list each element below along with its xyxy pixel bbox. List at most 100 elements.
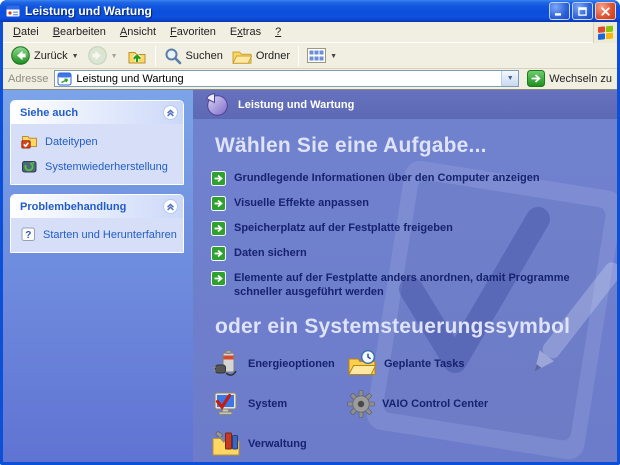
power-options-icon xyxy=(212,349,237,376)
menu-hilfe[interactable]: ? xyxy=(268,23,288,41)
sidebar-item-starten-und-herunterfahren[interactable]: ? Starten und Herunterfahren xyxy=(21,227,177,242)
address-input[interactable]: Leistung und Wartung xyxy=(76,73,497,85)
toolbar-separator xyxy=(298,45,300,66)
address-bar: Adresse Leistung und Wartung ▼ Wechseln … xyxy=(3,69,617,90)
views-icon xyxy=(307,48,327,63)
address-dropdown-button[interactable]: ▼ xyxy=(501,71,519,86)
task-arrow-icon xyxy=(211,271,226,286)
maximize-button[interactable] xyxy=(572,2,593,20)
control-panel-icon-grid: Energieoptionen Geplante Tasks System VA… xyxy=(211,349,617,459)
task-arrow-icon xyxy=(211,221,226,236)
troubleshooting-panel: Problembehandlung ? Starten und Herunter… xyxy=(10,194,184,253)
task-basic-info[interactable]: Grundlegende Informationen über den Comp… xyxy=(211,171,603,186)
task-arrow-icon xyxy=(211,246,226,261)
cp-item-label: VAIO Control Center xyxy=(382,397,489,410)
task-defragment[interactable]: Elemente auf der Festplatte anders anord… xyxy=(211,271,603,300)
menu-extras[interactable]: Extras xyxy=(223,23,268,41)
task-label: Visuelle Effekte anpassen xyxy=(234,197,369,209)
forward-button[interactable]: ▼ xyxy=(84,44,122,67)
address-label: Adresse xyxy=(8,72,49,85)
menu-datei[interactable]: Datei xyxy=(6,23,46,41)
cp-item-energieoptionen[interactable]: Energieoptionen xyxy=(211,349,339,379)
sidebar-item-label: Dateitypen xyxy=(45,135,98,148)
menu-bar: Datei Bearbeiten Ansicht Favoriten Extra… xyxy=(3,21,617,43)
windows-logo-icon xyxy=(593,21,617,43)
up-button[interactable] xyxy=(123,44,151,67)
toolbar-separator xyxy=(154,45,156,66)
cp-item-system[interactable]: System xyxy=(211,389,339,419)
task-backup-data[interactable]: Daten sichern xyxy=(211,246,603,261)
cp-item-verwaltung[interactable]: Verwaltung xyxy=(211,429,339,459)
task-visual-effects[interactable]: Visuelle Effekte anpassen xyxy=(211,196,603,211)
menu-ansicht[interactable]: Ansicht xyxy=(113,23,163,41)
task-arrow-icon xyxy=(211,171,226,186)
svg-text:?: ? xyxy=(25,230,31,241)
help-icon: ? xyxy=(21,227,35,241)
see-also-body: Dateitypen Systemwiederherstellung xyxy=(11,124,183,184)
close-button[interactable] xyxy=(595,2,616,20)
sidebar-item-systemwiederherstellung[interactable]: Systemwiederherstellung xyxy=(21,158,177,174)
task-label: Elemente auf der Festplatte anders anord… xyxy=(234,272,570,298)
sidebar-item-label: Starten und Herunterfahren xyxy=(43,229,177,241)
see-also-title: Siehe auch xyxy=(20,106,79,119)
standard-buttons-toolbar: Zurück ▼ ▼ Suchen Ordner ▼ xyxy=(3,43,617,69)
scheduled-tasks-icon xyxy=(348,349,377,375)
pick-a-task-heading: Wählen Sie eine Aufgabe... xyxy=(215,134,487,157)
cp-item-label: Energieoptionen xyxy=(248,357,335,370)
back-icon xyxy=(11,46,30,65)
cp-item-label: Verwaltung xyxy=(248,437,307,450)
cp-item-vaio-control-center[interactable]: VAIO Control Center xyxy=(347,389,617,419)
maximize-icon xyxy=(578,6,587,16)
task-label: Speicherplatz auf der Festplatte freigeb… xyxy=(234,222,453,234)
search-button[interactable]: Suchen xyxy=(160,45,227,67)
views-button[interactable]: ▼ xyxy=(303,46,341,65)
sidebar-item-label: Systemwiederherstellung xyxy=(45,160,168,173)
troubleshooting-body: ? Starten und Herunterfahren xyxy=(11,218,183,252)
content-area: Siehe auch Dateitypen Systemwiederherste… xyxy=(3,90,617,462)
back-label: Zurück xyxy=(34,49,68,62)
troubleshooting-title: Problembehandlung xyxy=(20,200,127,213)
up-folder-icon xyxy=(128,52,145,64)
collapse-chevron-icon[interactable] xyxy=(163,105,178,120)
explorer-window: Leistung und Wartung Datei Bearbeiten An… xyxy=(0,0,620,465)
address-page-icon xyxy=(57,72,72,85)
task-label: Grundlegende Informationen über den Comp… xyxy=(234,172,540,184)
minimize-button[interactable] xyxy=(549,2,570,20)
search-label: Suchen xyxy=(185,49,223,62)
system-restore-icon xyxy=(22,161,37,173)
admin-tools-icon xyxy=(212,430,240,455)
file-types-icon xyxy=(21,136,37,149)
search-icon xyxy=(165,48,181,64)
back-button[interactable]: Zurück ▼ xyxy=(7,44,83,67)
back-dropdown-icon[interactable]: ▼ xyxy=(72,51,79,60)
cp-item-geplante-tasks[interactable]: Geplante Tasks xyxy=(347,349,617,379)
task-free-disk-space[interactable]: Speicherplatz auf der Festplatte freigeb… xyxy=(211,221,603,236)
forward-dropdown-icon[interactable]: ▼ xyxy=(111,51,118,60)
window-icon xyxy=(5,3,21,19)
title-bar[interactable]: Leistung und Wartung xyxy=(0,0,620,22)
go-button[interactable]: Wechseln zu xyxy=(525,70,614,87)
troubleshooting-header[interactable]: Problembehandlung xyxy=(11,195,183,218)
address-combo[interactable]: Leistung und Wartung ▼ xyxy=(54,70,520,87)
collapse-chevron-icon[interactable] xyxy=(163,199,178,214)
menu-bearbeiten[interactable]: Bearbeiten xyxy=(46,23,113,41)
go-icon xyxy=(527,70,546,87)
close-icon xyxy=(601,6,610,16)
caption-buttons xyxy=(549,2,616,20)
views-dropdown-icon[interactable]: ▼ xyxy=(330,51,337,60)
task-label: Daten sichern xyxy=(234,247,307,259)
control-panel-icon-heading: oder ein Systemsteuerungssymbol xyxy=(215,314,571,338)
performance-pie-icon xyxy=(205,93,228,116)
category-banner: Leistung und Wartung xyxy=(193,90,617,119)
see-also-header[interactable]: Siehe auch xyxy=(11,101,183,124)
folders-button[interactable]: Ordner xyxy=(228,46,294,66)
sidebar-item-dateitypen[interactable]: Dateitypen xyxy=(21,133,177,149)
main-panel: Leistung und Wartung Wählen Sie eine Auf… xyxy=(193,90,617,462)
window-title: Leistung und Wartung xyxy=(25,4,152,18)
folders-icon xyxy=(232,51,252,64)
cp-item-label: System xyxy=(248,397,288,410)
forward-icon xyxy=(87,46,107,65)
minimize-icon xyxy=(555,12,561,16)
menu-favoriten[interactable]: Favoriten xyxy=(163,23,223,41)
task-arrow-icon xyxy=(211,196,226,211)
